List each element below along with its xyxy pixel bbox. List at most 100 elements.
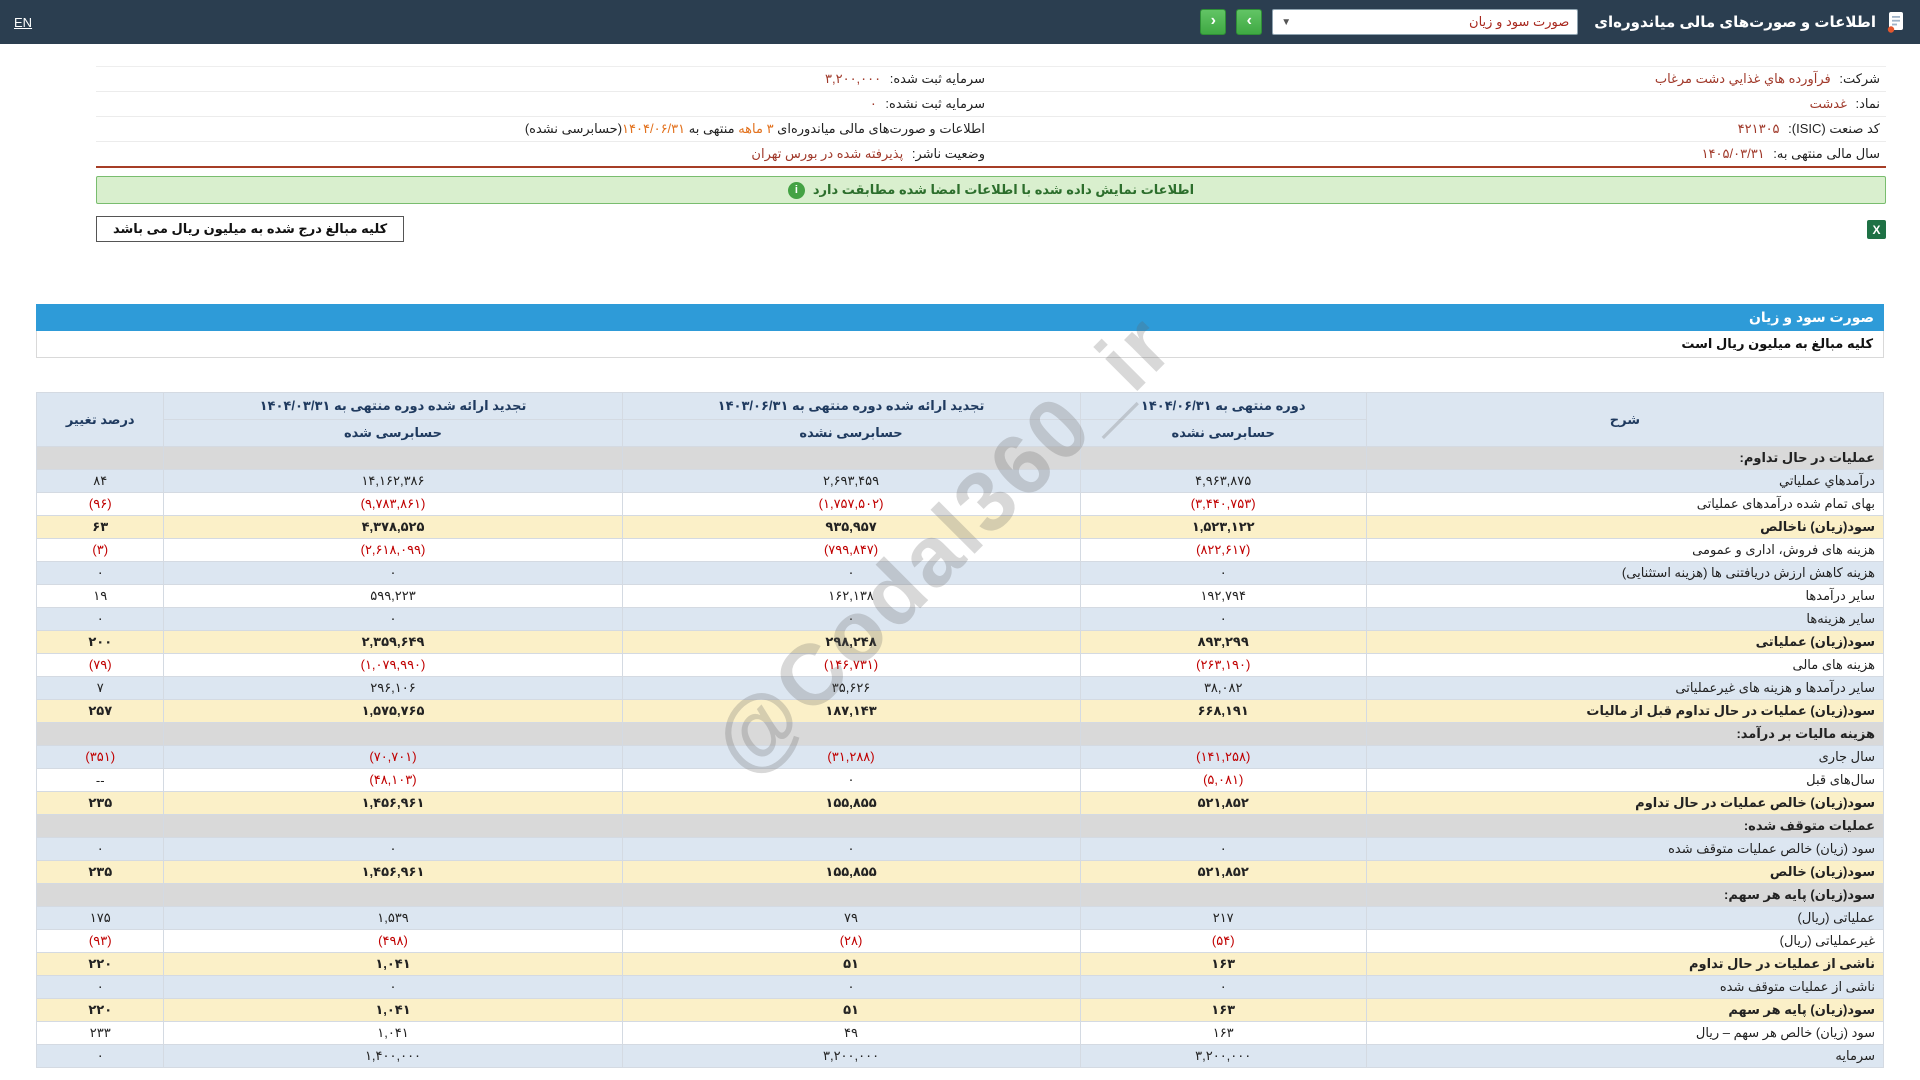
period-value: (۷۹۹,۸۴۷) <box>621 538 1081 562</box>
change-percent-value: ۰ <box>35 607 165 631</box>
row-label: سال جاری <box>1365 745 1885 769</box>
change-percent-value: ۱۷۵ <box>35 906 165 930</box>
period-value <box>163 722 623 746</box>
period-value: ۱۶۳ <box>1079 952 1367 976</box>
period-value: ۵۹۹,۲۲۳ <box>163 584 623 608</box>
pl-data-row: سود(زیان) ناخالص ۱,۵۲۳,۱۲۲ ۹۳۵,۹۵۷ ۴,۳۷۸,۵۲… <box>35 515 1885 539</box>
change-percent-value: ۲۲۰ <box>35 952 165 976</box>
company-info-section: شرکت: فرآورده هاي غذايي دشت مرغاب سرمایه… <box>96 66 1886 168</box>
period-value: ۱۵۵,۸۵۵ <box>621 791 1081 815</box>
pl-data-row: ناشی از عملیات متوقف شده ۰ ۰ ۰ ۰ <box>35 975 1885 999</box>
company-label: شرکت: <box>1839 71 1880 86</box>
period-value: ۴,۹۶۳,۸۷۵ <box>1079 469 1367 493</box>
period-value: ۴۹ <box>621 1021 1081 1045</box>
period-value: ۰ <box>163 975 623 999</box>
change-percent-value: ۰ <box>35 837 165 861</box>
period-value <box>1079 446 1367 470</box>
pl-data-row: سرمایه ۳,۲۰۰,۰۰۰ ۳,۲۰۰,۰۰۰ ۱,۴۰۰,۰۰۰ ۰ <box>35 1044 1885 1068</box>
previous-period-button[interactable]: ‹ <box>1200 9 1227 35</box>
period-value: ۵۲۱,۸۵۲ <box>1079 791 1367 815</box>
period-value: ۱۵۵,۸۵۵ <box>621 860 1081 884</box>
company-info-table: شرکت: فرآورده هاي غذايي دشت مرغاب سرمایه… <box>96 66 1886 168</box>
period-value: ۰ <box>1079 561 1367 585</box>
change-percent-value: ۲۳۳ <box>35 1021 165 1045</box>
column-header-period-prior-restated: تجدید ارائه شده دوره منتهی به ۱۴۰۳/۰۶/۳۱ <box>621 392 1081 420</box>
registered-capital-label: سرمایه ثبت شده: <box>889 71 985 86</box>
info-row: شرکت: فرآورده هاي غذايي دشت مرغاب سرمایه… <box>96 66 1886 92</box>
column-header-period-annual-restated: تجدید ارائه شده دوره منتهی به ۱۴۰۴/۰۳/۳۱ <box>163 392 623 420</box>
period-value: ۵۱ <box>621 998 1081 1022</box>
unregistered-capital-label: سرمایه ثبت نشده: <box>885 96 985 111</box>
chevron-down-icon: ▼ <box>1281 16 1292 28</box>
audit-status-subheader: حسابرسی نشده <box>621 419 1081 447</box>
period-value: ۱,۵۳۹ <box>163 906 623 930</box>
change-percent-value <box>35 883 165 907</box>
period-value: (۹,۷۸۳,۸۶۱) <box>163 492 623 516</box>
change-percent-value: ۷ <box>35 676 165 700</box>
change-percent-value <box>35 722 165 746</box>
period-value: ۱۶۳ <box>1079 998 1367 1022</box>
row-label: سود(زیان) خالص <box>1365 860 1885 884</box>
period-value <box>1079 883 1367 907</box>
change-percent-value: ۲۳۵ <box>35 860 165 884</box>
period-value <box>163 883 623 907</box>
row-label: عملیات در حال تداوم: <box>1365 446 1885 470</box>
period-value: ۱۸۷,۱۴۳ <box>621 699 1081 723</box>
next-period-button[interactable]: › <box>1236 9 1263 35</box>
row-label: سود(زیان) پایه هر سهم <box>1365 998 1885 1022</box>
period-value: (۴۹۸) <box>163 929 623 953</box>
pl-data-row: بهای تمام شده درآمدهای عملیاتی (۳,۴۴۰,۷۵۳… <box>35 492 1885 516</box>
period-value: ۱۹۲,۷۹۴ <box>1079 584 1367 608</box>
row-label: غیرعملیاتی (ریال) <box>1365 929 1885 953</box>
period-value: ۹۳۵,۹۵۷ <box>621 515 1081 539</box>
period-note-text: اطلاعات و صورت‌های مالی میاندوره‌ای <box>773 121 985 136</box>
change-percent-value: (۳) <box>35 538 165 562</box>
audit-status-subheader: حسابرسی شده <box>163 419 623 447</box>
pl-section-row: عملیات متوقف شده: <box>35 814 1885 838</box>
period-value: ۰ <box>621 837 1081 861</box>
pl-section-row: عملیات در حال تداوم: <box>35 446 1885 470</box>
period-value: (۳۱,۲۸۸) <box>621 745 1081 769</box>
period-value: (۱۴۶,۷۳۱) <box>621 653 1081 677</box>
signature-match-banner: اطلاعات نمایش داده شده با اطلاعات امضا ش… <box>96 176 1886 204</box>
period-note-length: ۳ ماهه <box>738 121 774 136</box>
change-percent-value: ۲۰۰ <box>35 630 165 654</box>
period-value: ۱۴,۱۶۲,۳۸۶ <box>163 469 623 493</box>
change-percent-value: ۶۳ <box>35 515 165 539</box>
report-type-dropdown[interactable]: صورت سود و زیان ▼ <box>1272 9 1579 35</box>
period-value: ۱,۴۰۰,۰۰۰ <box>163 1044 623 1068</box>
row-label: درآمدهاي عملياتي <box>1365 469 1885 493</box>
change-percent-value: ۸۴ <box>35 469 165 493</box>
period-value: ۵۱ <box>621 952 1081 976</box>
period-value: ۰ <box>621 975 1081 999</box>
period-value: ۲۱۷ <box>1079 906 1367 930</box>
period-value: ۱,۰۴۱ <box>163 1021 623 1045</box>
period-value: ۰ <box>1079 607 1367 631</box>
excel-export-icon[interactable]: X <box>1867 219 1886 239</box>
pl-data-row: سایر هزینه‌ها ۰ ۰ ۰ ۰ <box>35 607 1885 631</box>
period-value: ۰ <box>1079 837 1367 861</box>
units-row: X کلیه مبالغ درج شده به میلیون ریال می ب… <box>96 216 1886 242</box>
symbol-label: نماد: <box>1855 96 1881 111</box>
row-label: سود(زیان) عملیات در حال تداوم قبل از مال… <box>1365 699 1885 723</box>
row-label: سایر درآمدها و هزینه های غیرعملیاتی <box>1365 676 1885 700</box>
period-value: ۱,۵۲۳,۱۲۲ <box>1079 515 1367 539</box>
pl-data-row: سال‌های قبل (۵,۰۸۱) ۰ (۴۸,۱۰۳) -- <box>35 768 1885 792</box>
row-label: عملیات متوقف شده: <box>1365 814 1885 838</box>
period-value: (۲۸) <box>621 929 1081 953</box>
profit-loss-table: شرح دوره منتهی به ۱۴۰۴/۰۶/۳۱ تجدید ارائه… <box>35 392 1885 1068</box>
pl-table-body: عملیات در حال تداوم: درآمدهاي عملياتي ۴,۹۶… <box>35 446 1885 1068</box>
pl-data-row: سود(زیان) عملیات در حال تداوم قبل از مال… <box>35 699 1885 723</box>
period-value: ۱,۴۵۶,۹۶۱ <box>163 791 623 815</box>
pl-data-row: درآمدهاي عملياتي ۴,۹۶۳,۸۷۵ ۲,۶۹۳,۴۵۹ ۱۴,۱۶۲… <box>35 469 1885 493</box>
period-value: (۴۸,۱۰۳) <box>163 768 623 792</box>
period-value <box>1079 814 1367 838</box>
change-percent-value: ۲۵۷ <box>35 699 165 723</box>
change-percent-value: ۱۹ <box>35 584 165 608</box>
english-language-link[interactable]: EN <box>14 15 32 30</box>
change-percent-value: ۰ <box>35 1044 165 1068</box>
pl-data-row: سود (زیان) خالص عملیات متوقف شده ۰ ۰ ۰ ۰ <box>35 837 1885 861</box>
company-name-value: فرآورده هاي غذايي دشت مرغاب <box>1654 71 1831 86</box>
row-label: ناشی از عملیات در حال تداوم <box>1365 952 1885 976</box>
period-value: ۱,۵۷۵,۷۶۵ <box>163 699 623 723</box>
